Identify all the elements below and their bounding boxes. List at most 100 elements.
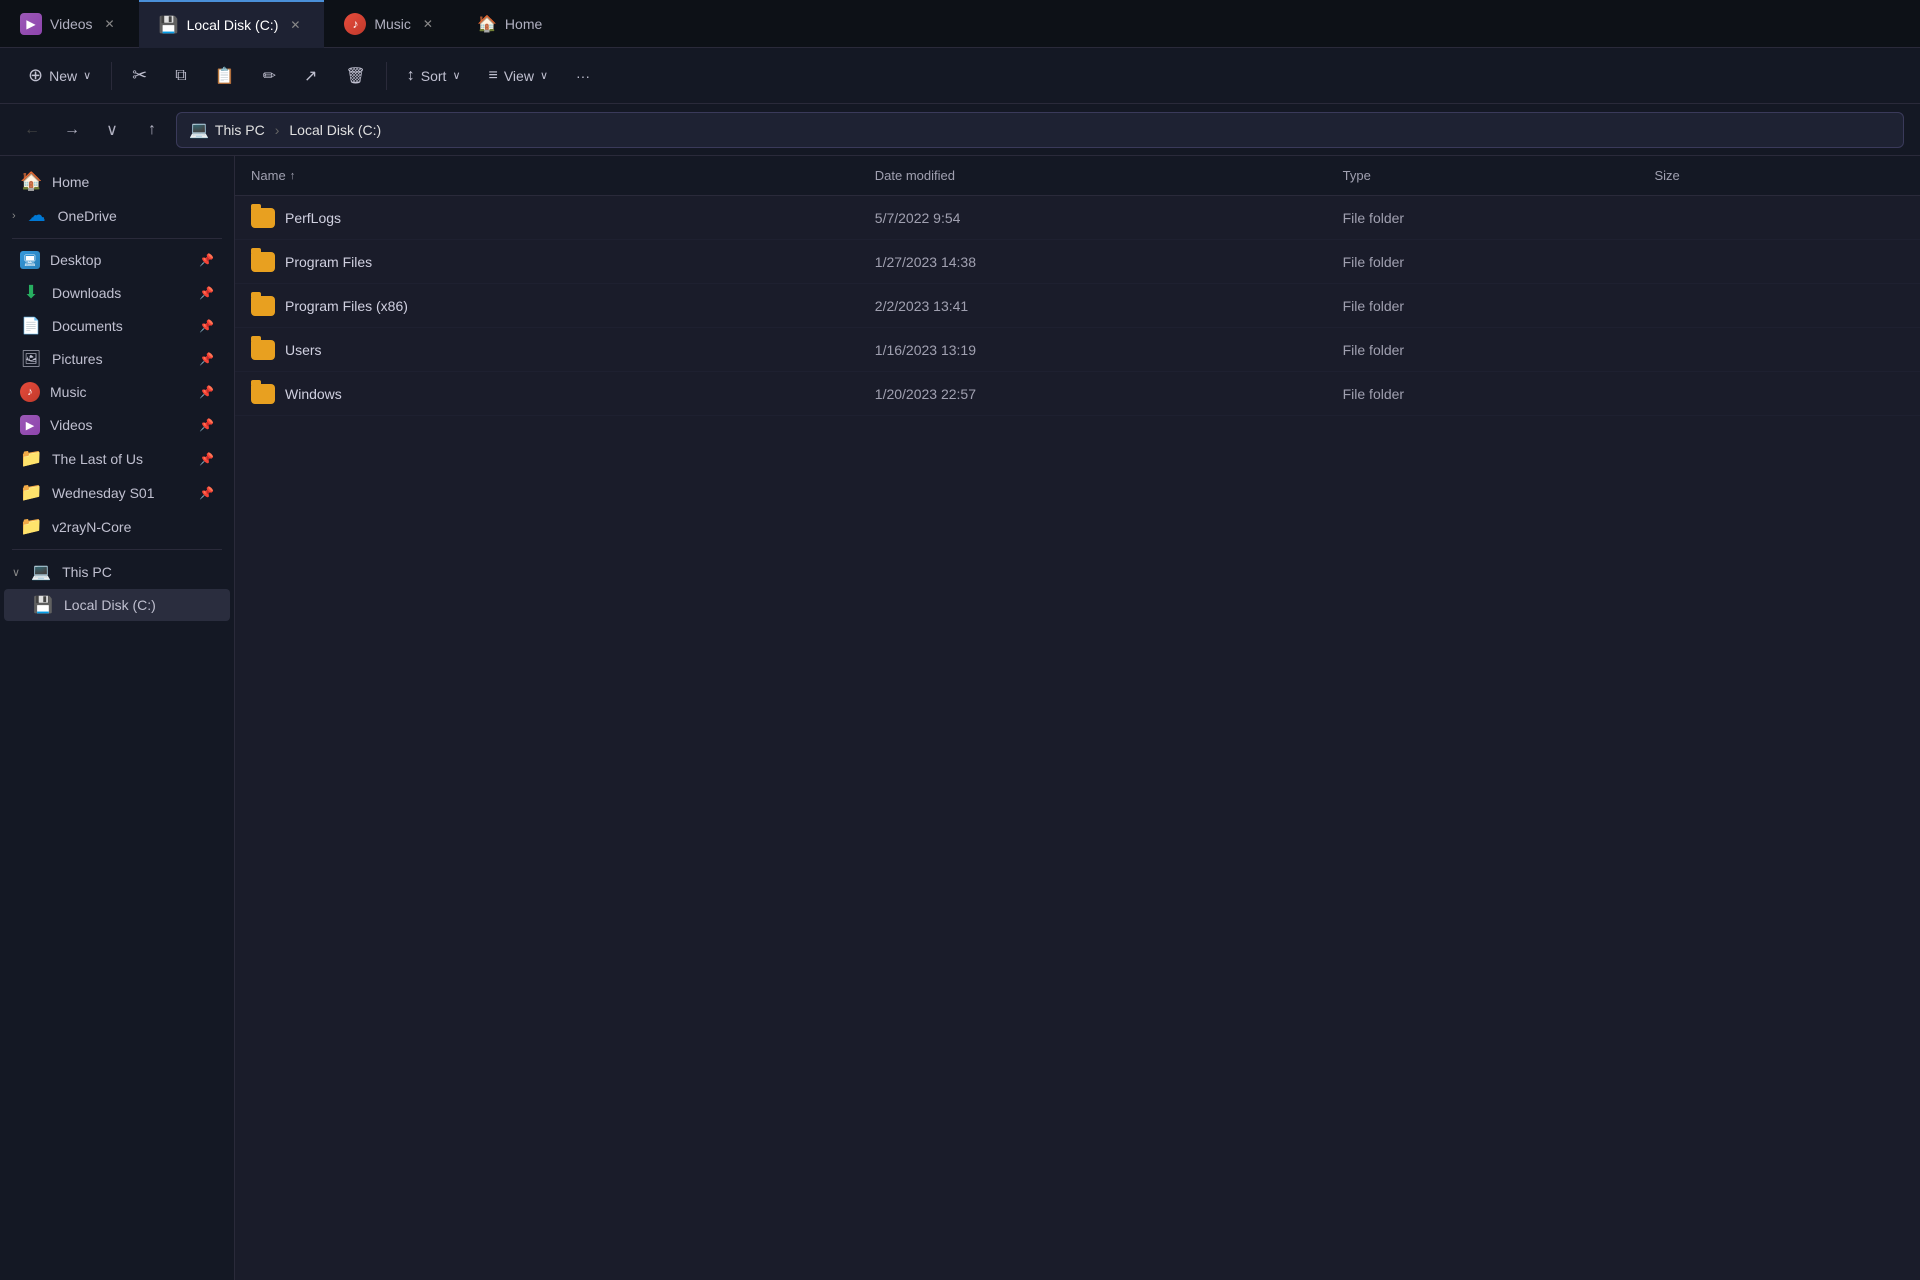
sidebar-item-onedrive[interactable]: › ☁ OneDrive: [4, 199, 230, 232]
documents-pin-icon: 📌: [199, 319, 214, 333]
file-cell-name: PerfLogs: [251, 208, 875, 228]
cut-button[interactable]: ✂: [120, 59, 159, 92]
file-name-text: PerfLogs: [285, 210, 341, 226]
view-dropdown-icon: ∨: [540, 69, 548, 82]
titlebar: ▶ Videos ✕ 💾 Local Disk (C:) ✕ ♪ Music ✕…: [0, 0, 1920, 48]
videos-tab-icon: ▶: [20, 13, 42, 35]
file-cell-name: Windows: [251, 384, 875, 404]
sidebar-item-videos[interactable]: ▶ Videos 📌: [4, 409, 230, 441]
sidebar-item-home[interactable]: 🏠 Home: [4, 165, 230, 198]
col-header-name[interactable]: Name ↑: [251, 168, 875, 183]
sidebar-item-music[interactable]: ♪ Music 📌: [4, 376, 230, 408]
sidebar-item-v2rayn-core[interactable]: 📁 v2rayN-Core: [4, 510, 230, 543]
desktop-pin-icon: 📌: [199, 253, 214, 267]
downloads-pin-icon: 📌: [199, 286, 214, 300]
tab-local-disk-close[interactable]: ✕: [286, 16, 304, 34]
forward-button[interactable]: →: [56, 114, 88, 146]
sidebar-home-label: Home: [52, 174, 89, 190]
sidebar-item-downloads[interactable]: ⬇ Downloads 📌: [4, 276, 230, 309]
sidebar-pictures-label: Pictures: [52, 351, 103, 367]
file-cell-name: Users: [251, 340, 875, 360]
tab-local-disk[interactable]: 💾 Local Disk (C:) ✕: [139, 0, 325, 48]
file-cell-name: Program Files (x86): [251, 296, 875, 316]
copy-button[interactable]: ⧉: [163, 61, 198, 91]
toolbar-sep-2: [386, 62, 387, 90]
this-pc-expand-arrow: ∨: [12, 566, 20, 579]
this-pc-icon: 💻: [30, 562, 52, 582]
up-button[interactable]: ↑: [136, 114, 168, 146]
sidebar-v2rayn-label: v2rayN-Core: [52, 519, 131, 535]
music-tab-icon: ♪: [344, 13, 366, 35]
sidebar-onedrive-label: OneDrive: [58, 208, 117, 224]
file-cell-date: 5/7/2022 9:54: [875, 210, 1343, 226]
delete-button[interactable]: 🗑: [333, 60, 377, 92]
file-cell-type: File folder: [1343, 254, 1655, 270]
file-cell-type: File folder: [1343, 342, 1655, 358]
tab-music-close[interactable]: ✕: [419, 15, 437, 33]
file-cell-name: Program Files: [251, 252, 875, 272]
toolbar-sep-1: [111, 62, 112, 90]
table-row[interactable]: Users 1/16/2023 13:19 File folder: [235, 328, 1920, 372]
the-last-of-us-folder-icon: 📁: [20, 448, 42, 469]
file-cell-date: 1/20/2023 22:57: [875, 386, 1343, 402]
sidebar-sep-1: [12, 238, 222, 239]
tab-home-label: Home: [505, 16, 542, 32]
rename-button[interactable]: ✏: [251, 60, 288, 92]
music-pin-icon: 📌: [199, 385, 214, 399]
recent-button[interactable]: ∨: [96, 114, 128, 146]
address-sep-1: ›: [275, 122, 280, 138]
table-row[interactable]: Program Files 1/27/2023 14:38 File folde…: [235, 240, 1920, 284]
file-cell-date: 1/27/2023 14:38: [875, 254, 1343, 270]
more-button[interactable]: ···: [564, 62, 602, 90]
wednesday-s01-folder-icon: 📁: [20, 482, 42, 503]
paste-button[interactable]: 📋: [203, 60, 247, 92]
file-header: Name ↑ Date modified Type Size: [235, 156, 1920, 196]
pictures-icon: 🖼: [20, 349, 42, 369]
table-row[interactable]: Program Files (x86) 2/2/2023 13:41 File …: [235, 284, 1920, 328]
col-header-size[interactable]: Size: [1655, 168, 1905, 183]
col-header-type[interactable]: Type: [1343, 168, 1655, 183]
sidebar-videos-label: Videos: [50, 417, 93, 433]
file-name-text: Windows: [285, 386, 342, 402]
new-button[interactable]: ⊕ New ∨: [16, 59, 103, 92]
file-cell-date: 1/16/2023 13:19: [875, 342, 1343, 358]
col-size-label: Size: [1655, 168, 1680, 183]
folder-icon: [251, 252, 275, 272]
rename-icon: ✏: [263, 66, 276, 86]
table-row[interactable]: PerfLogs 5/7/2022 9:54 File folder: [235, 196, 1920, 240]
sidebar-item-local-disk[interactable]: 💾 Local Disk (C:): [4, 589, 230, 621]
paste-icon: 📋: [215, 66, 235, 86]
tab-local-disk-label: Local Disk (C:): [187, 17, 279, 33]
sidebar-item-this-pc[interactable]: ∨ 💻 This PC: [4, 556, 230, 588]
tab-music[interactable]: ♪ Music ✕: [324, 0, 457, 48]
sidebar-item-the-last-of-us[interactable]: 📁 The Last of Us 📌: [4, 442, 230, 475]
sidebar-item-wednesday-s01[interactable]: 📁 Wednesday S01 📌: [4, 476, 230, 509]
address-local-disk: Local Disk (C:): [289, 122, 381, 138]
sidebar-item-documents[interactable]: 📄 Documents 📌: [4, 310, 230, 342]
v2rayn-folder-icon: 📁: [20, 516, 42, 537]
view-button[interactable]: ≡ View ∨: [477, 61, 561, 91]
sidebar-item-pictures[interactable]: 🖼 Pictures 📌: [4, 343, 230, 375]
share-button[interactable]: ↗: [292, 60, 329, 92]
back-button[interactable]: ←: [16, 114, 48, 146]
pictures-pin-icon: 📌: [199, 352, 214, 366]
desktop-icon: 🖥: [20, 251, 40, 269]
tab-videos[interactable]: ▶ Videos ✕: [0, 0, 139, 48]
tab-home[interactable]: 🏠 Home: [457, 0, 562, 48]
folder-icon: [251, 208, 275, 228]
downloads-icon: ⬇: [20, 282, 42, 303]
view-label: View: [504, 68, 534, 84]
col-date-label: Date modified: [875, 168, 955, 183]
sidebar-music-label: Music: [50, 384, 87, 400]
home-tab-icon: 🏠: [477, 14, 497, 34]
file-name-text: Users: [285, 342, 322, 358]
tab-videos-close[interactable]: ✕: [101, 15, 119, 33]
file-name-text: Program Files: [285, 254, 372, 270]
address-box[interactable]: 💻 This PC › Local Disk (C:): [176, 112, 1904, 148]
sidebar-item-desktop[interactable]: 🖥 Desktop 📌: [4, 245, 230, 275]
new-icon: ⊕: [28, 65, 43, 86]
col-header-date[interactable]: Date modified: [875, 168, 1343, 183]
table-row[interactable]: Windows 1/20/2023 22:57 File folder: [235, 372, 1920, 416]
sort-button[interactable]: ↕ Sort ∨: [395, 61, 473, 91]
sort-label: Sort: [421, 68, 447, 84]
